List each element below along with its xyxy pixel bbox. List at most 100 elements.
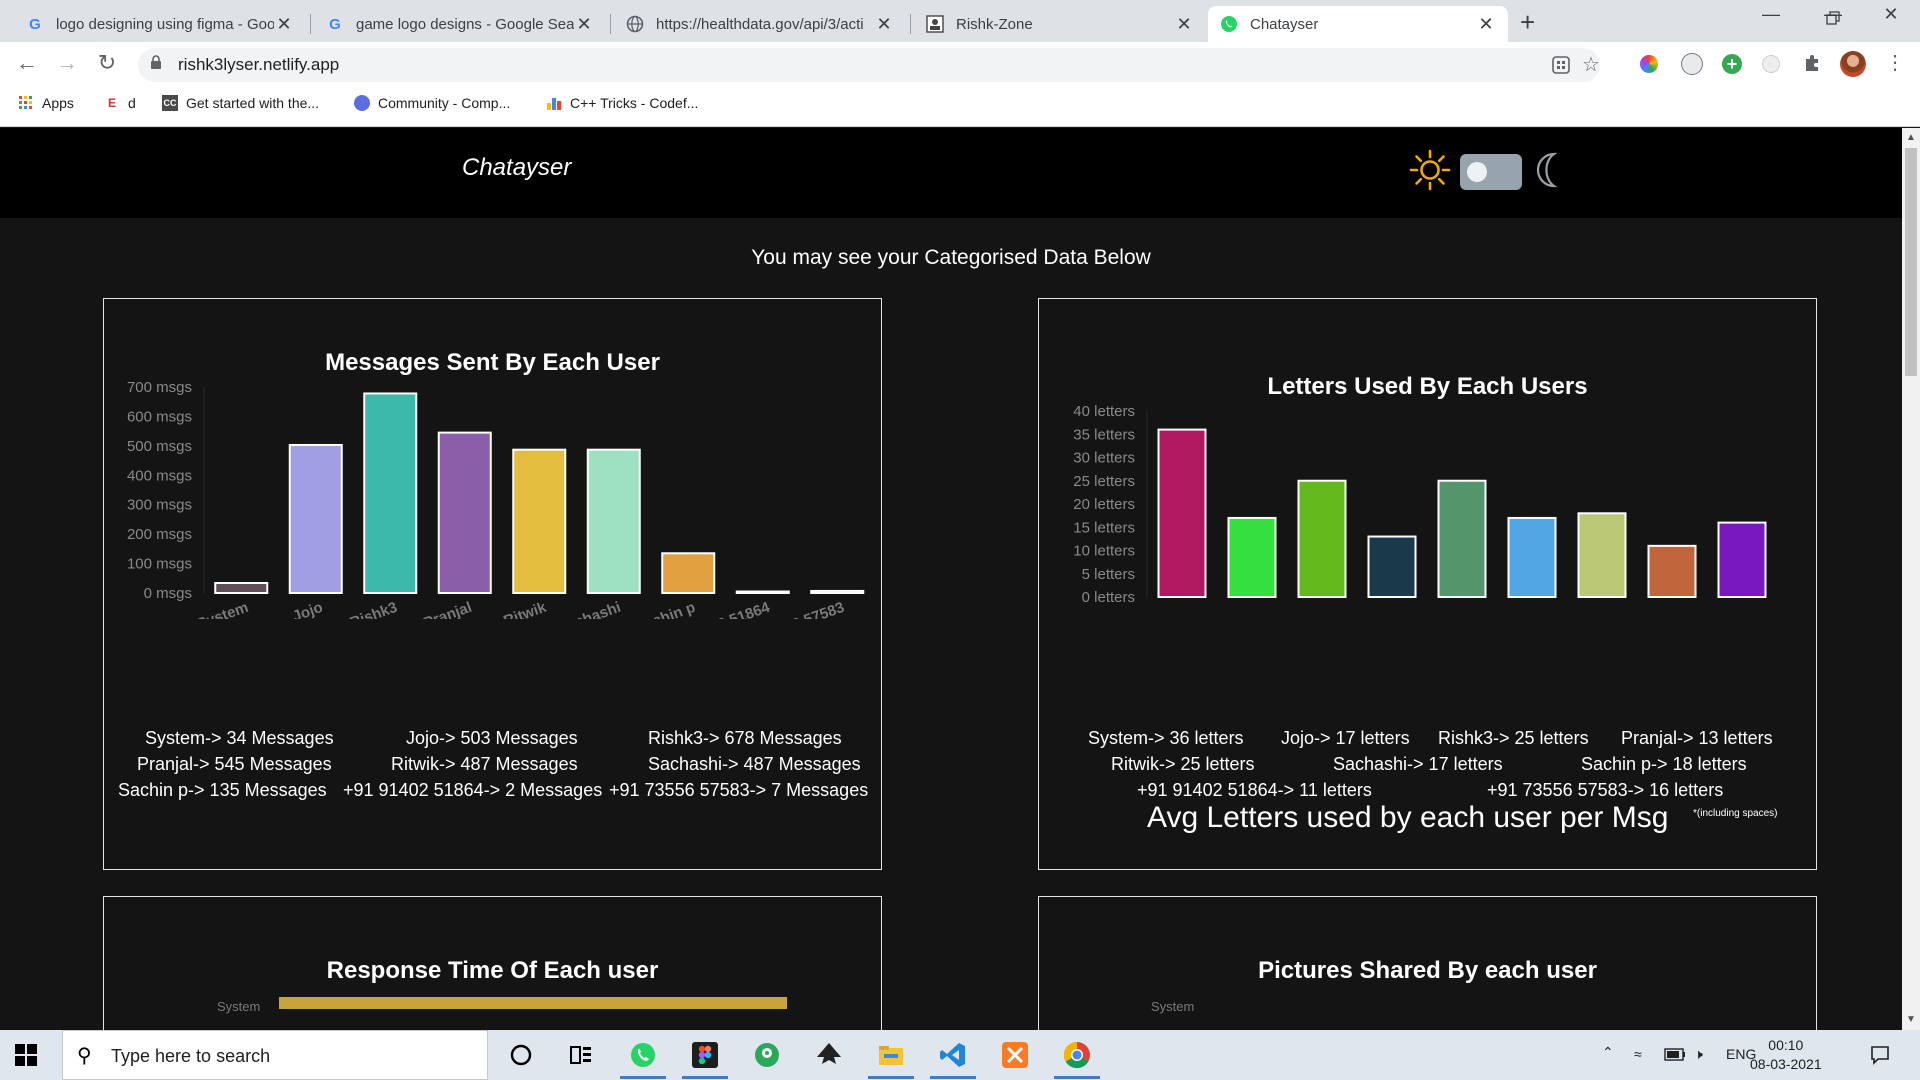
tab-title: logo designing using figma - Goo bbox=[56, 15, 274, 33]
vscode-icon[interactable] bbox=[938, 1040, 968, 1070]
tab-logo-designing[interactable]: G logo designing using figma - Goo ✕ bbox=[14, 6, 306, 42]
url-text[interactable]: rishk3lyser.netlify.app bbox=[178, 55, 339, 75]
community-icon bbox=[354, 95, 370, 111]
google-icon: G bbox=[29, 15, 41, 33]
xampp-icon[interactable] bbox=[1000, 1040, 1030, 1070]
move-extension-icon[interactable] bbox=[1681, 53, 1703, 75]
stat-rishk3: Rishk3-> 25 letters bbox=[1438, 728, 1589, 748]
volume-icon[interactable]: 🕨 bbox=[1694, 1046, 1703, 1063]
color-wheel-extension-icon[interactable] bbox=[1640, 55, 1658, 73]
close-tab-icon[interactable]: ✕ bbox=[574, 14, 594, 35]
inkscape-icon[interactable] bbox=[814, 1040, 844, 1070]
extension-icon[interactable] bbox=[1762, 55, 1780, 73]
pictures-axis-label: System bbox=[1151, 999, 1195, 1014]
taskbar-search[interactable]: ⚲ Type here to search bbox=[62, 1030, 488, 1080]
moon-icon[interactable] bbox=[1534, 150, 1564, 190]
clock-date: 08-03-2021 bbox=[1750, 1056, 1822, 1072]
close-window-icon[interactable]: ✕ bbox=[1876, 4, 1906, 25]
close-tab-icon[interactable]: ✕ bbox=[874, 14, 894, 35]
minimize-icon[interactable]: — bbox=[1762, 4, 1780, 25]
close-tab-icon[interactable]: ✕ bbox=[274, 14, 294, 35]
close-tab-icon[interactable]: ✕ bbox=[1174, 14, 1194, 35]
sun-icon[interactable] bbox=[1408, 148, 1452, 192]
maps-app-icon[interactable] bbox=[752, 1040, 782, 1070]
qr-code-icon[interactable] bbox=[1552, 56, 1570, 79]
file-explorer-icon[interactable] bbox=[876, 1040, 906, 1070]
new-tab-button[interactable]: + bbox=[1520, 7, 1535, 38]
lock-icon[interactable] bbox=[150, 55, 162, 74]
search-icon: ⚲ bbox=[77, 1045, 92, 1067]
clock[interactable]: 00:10 08-03-2021 bbox=[1750, 1036, 1822, 1074]
tab-chatayser[interactable]: Chatayser ✕ bbox=[1208, 6, 1508, 42]
stat-sachin-p: Sachin p-> 135 Messages bbox=[118, 780, 327, 800]
scroll-up-icon[interactable]: ▲ bbox=[1906, 132, 1916, 143]
stat-sachin-p: Sachin p-> 18 letters bbox=[1581, 754, 1747, 774]
response-time-title: Response Time Of Each user bbox=[326, 957, 659, 984]
stat-phone-2: +91 73556 57583-> 16 letters bbox=[1487, 780, 1724, 800]
stat-pranjal: Pranjal-> 545 Messages bbox=[137, 754, 332, 774]
notifications-icon[interactable] bbox=[1870, 1045, 1890, 1065]
menu-kebab-icon[interactable]: ⋮ bbox=[1880, 50, 1910, 75]
back-icon[interactable]: ← bbox=[12, 50, 42, 76]
address-bar[interactable]: rishk3lyser.netlify.app ☆ bbox=[138, 48, 1600, 82]
page-subtitle: You may see your Categorised Data Below bbox=[751, 246, 1151, 269]
tab-separator bbox=[610, 14, 611, 34]
puzzle-extensions-icon[interactable] bbox=[1802, 53, 1822, 73]
chrome-icon[interactable] bbox=[1062, 1040, 1092, 1070]
bookmark-d[interactable]: E d bbox=[104, 95, 136, 111]
response-time-card: Response Time Of Each user System bbox=[103, 896, 882, 1030]
apps-grid-icon bbox=[18, 95, 34, 111]
show-hidden-icons-icon[interactable]: ⌃ bbox=[1602, 1044, 1614, 1061]
plus-extension-icon[interactable]: + bbox=[1722, 54, 1742, 74]
stat-jojo: Jojo-> 17 letters bbox=[1281, 728, 1410, 748]
whatsapp-icon bbox=[1220, 15, 1238, 33]
figma-icon[interactable] bbox=[690, 1040, 720, 1070]
reload-icon[interactable]: ↻ bbox=[92, 50, 122, 76]
bookmark-label: d bbox=[128, 95, 136, 111]
e-icon: E bbox=[107, 96, 116, 110]
page-scrollbar[interactable]: ▲ ▼ bbox=[1902, 128, 1920, 1030]
bookmark-apps[interactable]: Apps bbox=[18, 95, 74, 111]
tab-rishk-zone[interactable]: Rishk-Zone ✕ bbox=[914, 6, 1206, 42]
close-tab-icon[interactable]: ✕ bbox=[1476, 14, 1496, 35]
stat-rishk3: Rishk3-> 678 Messages bbox=[648, 728, 842, 748]
explorer-active-indicator bbox=[868, 1076, 914, 1079]
avg-letters-caption: Avg Letters used by each user per Msg bbox=[1147, 801, 1669, 834]
stat-ritwik: Ritwik-> 487 Messages bbox=[391, 754, 578, 774]
bookmark-cpp-tricks[interactable]: C++ Tricks - Codef... bbox=[546, 95, 698, 111]
messages-stats: System-> 34 Messages Jojo-> 503 Messages… bbox=[104, 299, 881, 869]
theme-toggle[interactable] bbox=[1460, 154, 1522, 190]
stat-jojo: Jojo-> 503 Messages bbox=[406, 728, 578, 748]
site-title[interactable]: Chatayser bbox=[462, 154, 571, 182]
window-restore-icon[interactable] bbox=[1826, 11, 1840, 25]
bookmark-star-icon[interactable]: ☆ bbox=[1582, 52, 1600, 77]
vscode-active-indicator bbox=[930, 1076, 976, 1079]
response-axis-label: System bbox=[217, 999, 261, 1014]
scrollbar-thumb[interactable] bbox=[1905, 148, 1917, 376]
bookmark-label: Apps bbox=[42, 95, 74, 111]
scroll-down-icon[interactable]: ▼ bbox=[1906, 1014, 1916, 1025]
windows-start-icon[interactable] bbox=[14, 1043, 38, 1067]
tab-game-logo[interactable]: G game logo designs - Google Sear ✕ bbox=[314, 6, 606, 42]
figma-active-indicator bbox=[682, 1076, 728, 1079]
cortana-icon[interactable] bbox=[506, 1040, 536, 1070]
bookmark-community[interactable]: Community - Comp... bbox=[354, 95, 510, 111]
theme-toggle-knob[interactable] bbox=[1467, 162, 1487, 182]
stat-pranjal: Pranjal-> 13 letters bbox=[1621, 728, 1773, 748]
bookmarks-bar: Apps E d CC Get started with the... Comm… bbox=[0, 87, 1920, 127]
tab-title: https://healthdata.gov/api/3/acti bbox=[656, 15, 864, 33]
bookmark-label: C++ Tricks - Codef... bbox=[570, 95, 699, 111]
bookmark-get-started[interactable]: CC Get started with the... bbox=[162, 95, 319, 111]
wifi-icon[interactable]: ≈ bbox=[1634, 1046, 1642, 1062]
response-bar bbox=[279, 997, 787, 1009]
whatsapp-icon[interactable] bbox=[628, 1040, 658, 1070]
avatar[interactable] bbox=[1840, 51, 1866, 77]
tab-healthdata[interactable]: https://healthdata.gov/api/3/acti ✕ bbox=[614, 6, 906, 42]
forward-icon[interactable]: → bbox=[52, 50, 82, 76]
whatsapp-active-indicator bbox=[620, 1076, 666, 1079]
battery-icon[interactable] bbox=[1664, 1048, 1686, 1061]
search-placeholder: Type here to search bbox=[111, 1046, 271, 1066]
task-view-icon[interactable] bbox=[566, 1040, 596, 1070]
messages-card: Messages Sent By Each User 0 msgs 100 msg… bbox=[103, 298, 882, 870]
site-header: Chatayser bbox=[0, 128, 1902, 218]
